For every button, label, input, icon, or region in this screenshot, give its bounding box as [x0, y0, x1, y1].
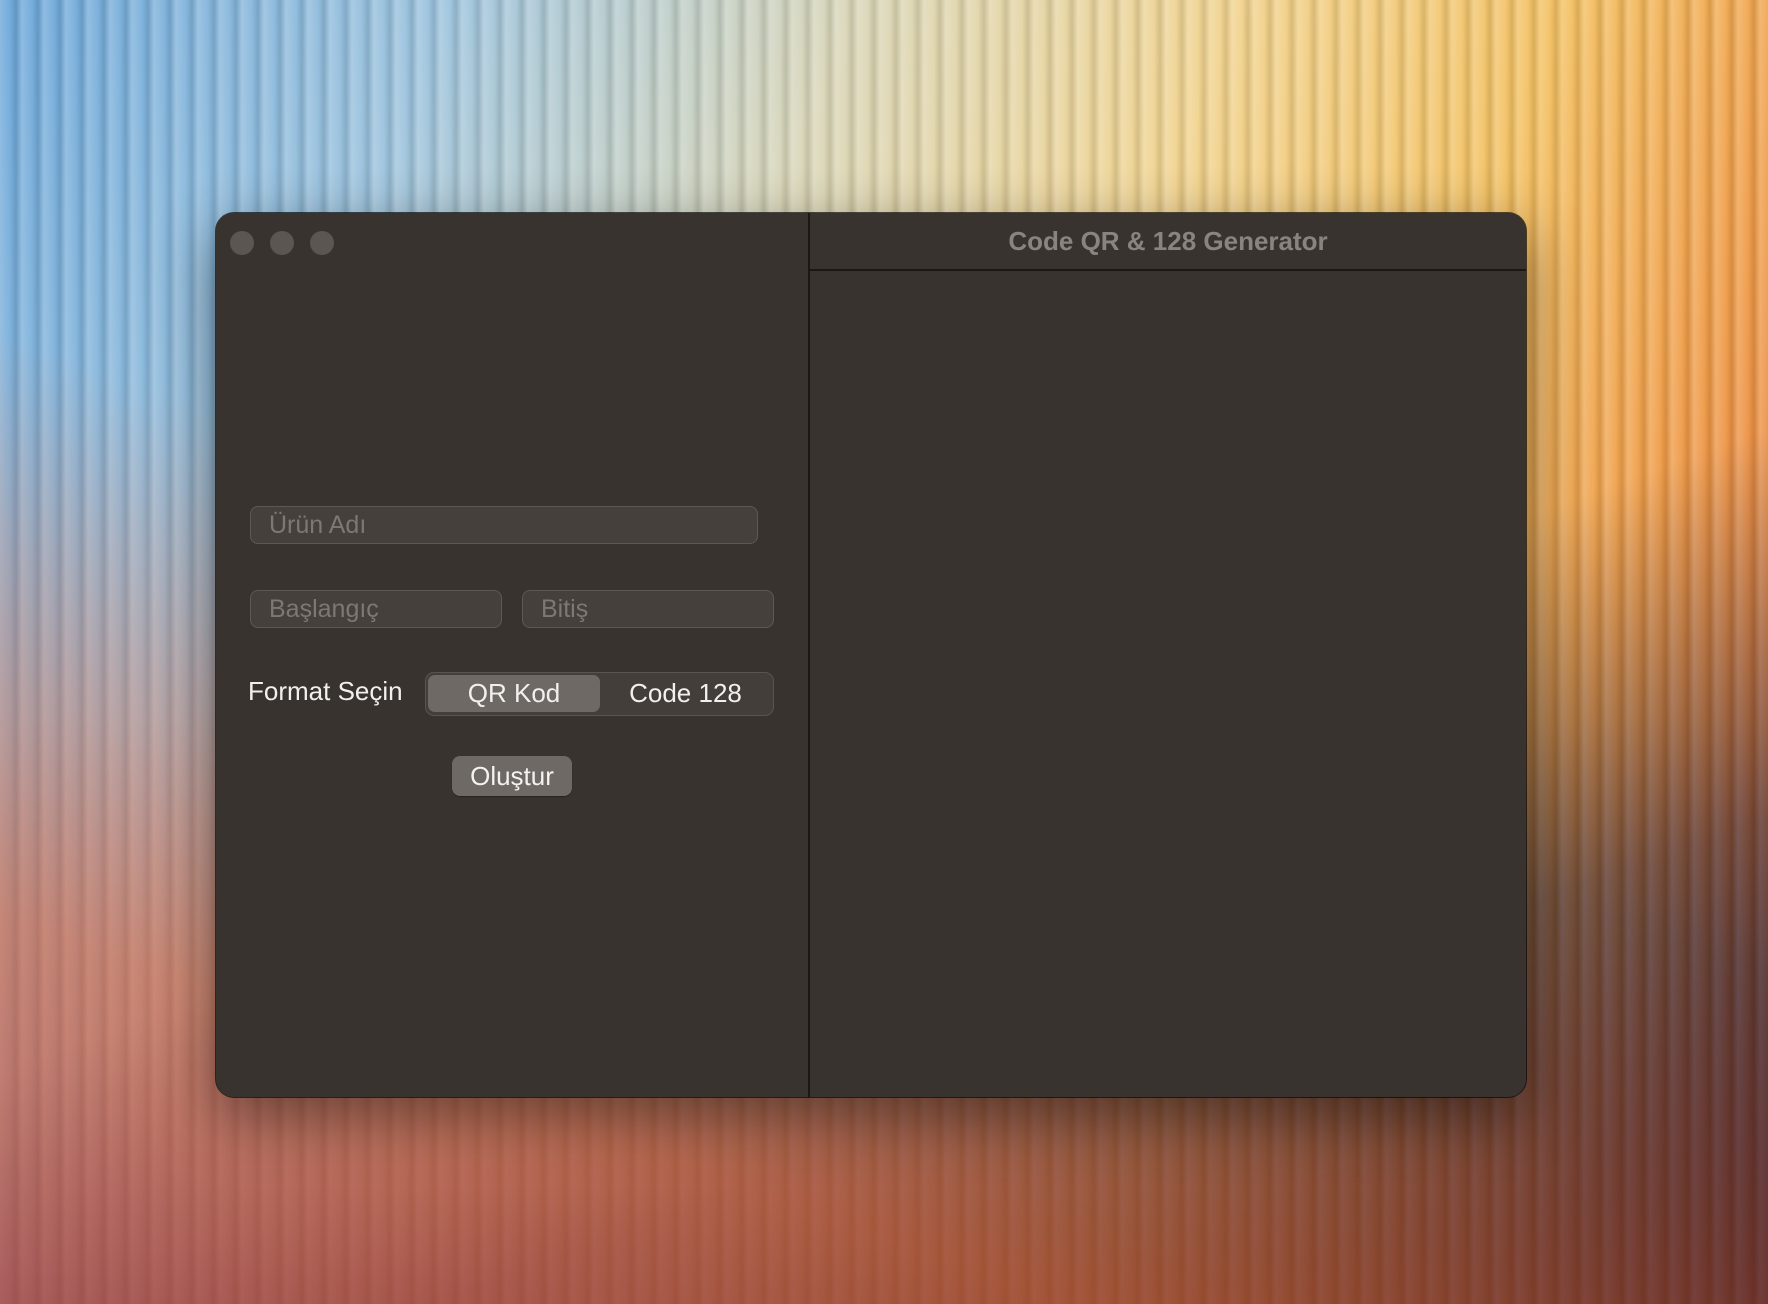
- format-label: Format Seçin: [248, 676, 403, 706]
- zoom-window-button[interactable]: [310, 231, 334, 255]
- app-window: Ürün Adı Başlangıç Bitiş Format Seçin QR…: [216, 213, 1526, 1097]
- start-field[interactable]: Başlangıç: [250, 590, 502, 628]
- sidebar: Ürün Adı Başlangıç Bitiş Format Seçin QR…: [216, 213, 810, 1097]
- close-window-button[interactable]: [230, 231, 254, 255]
- create-button[interactable]: Oluştur: [452, 756, 572, 796]
- minimize-window-button[interactable]: [270, 231, 294, 255]
- product-name-field[interactable]: Ürün Adı: [250, 506, 758, 544]
- segment-qr-code[interactable]: QR Kod: [428, 675, 600, 712]
- title-bar: Code QR & 128 Generator: [810, 213, 1526, 271]
- segment-code-128[interactable]: Code 128: [600, 675, 771, 712]
- end-field[interactable]: Bitiş: [522, 590, 774, 628]
- window-title: Code QR & 128 Generator: [1008, 225, 1328, 256]
- detail-pane: Code QR & 128 Generator: [810, 213, 1526, 1097]
- format-segmented-control: QR Kod Code 128: [425, 672, 774, 716]
